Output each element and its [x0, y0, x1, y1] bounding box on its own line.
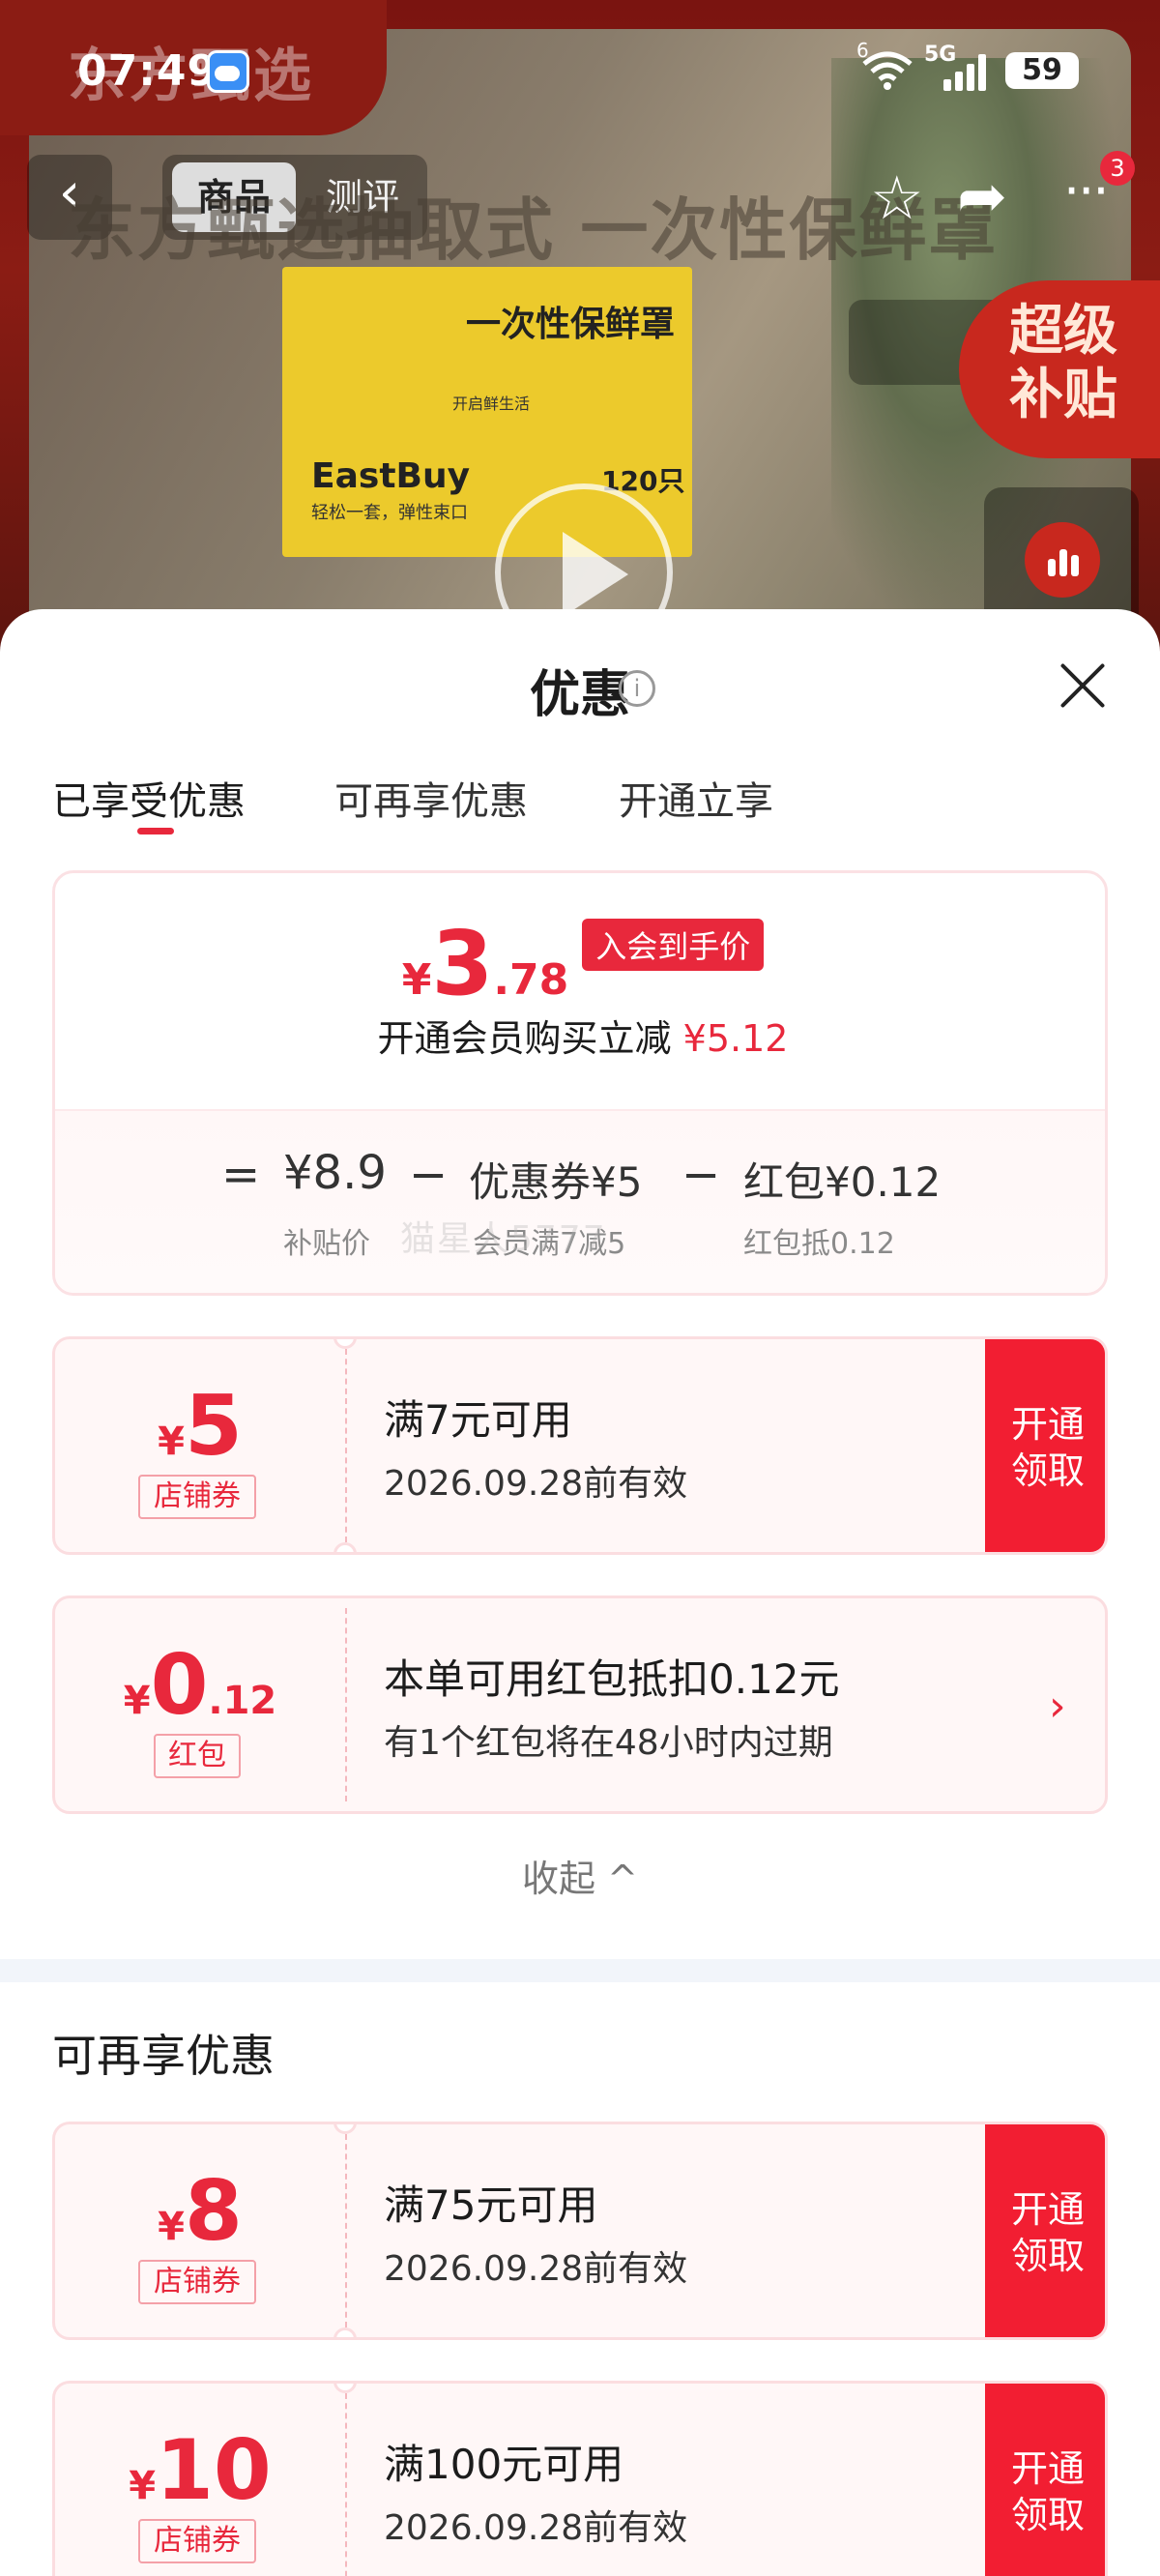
redpacket-int: 0	[150, 1637, 209, 1734]
coupon-amount-area: ¥10 店铺券	[55, 2384, 345, 2576]
status-time: 07:49	[77, 46, 218, 96]
tab-open-enjoy[interactable]: 开通立享	[619, 770, 773, 826]
stats-icon[interactable]	[1025, 522, 1100, 598]
button-line2: 领取	[1010, 2494, 1085, 2536]
star-icon[interactable]: ☆	[870, 162, 924, 233]
tab-more-discounts[interactable]: 可再享优惠	[334, 770, 528, 826]
button-line2: 领取	[1010, 1449, 1085, 1492]
coupon-notch	[334, 2327, 357, 2337]
coupon-divider	[345, 1349, 347, 1542]
share-icon[interactable]: ➦	[957, 161, 1007, 231]
redpacket-amount-area: ¥0.12 红包	[55, 1598, 345, 1811]
coupon-value: 5	[185, 1378, 243, 1475]
discount-sheet: 优惠 i 已享受优惠 可再享优惠 开通立享 ¥3.78 入会到手价 开通会员购买立…	[0, 609, 1160, 2576]
redpacket-expiry-note: 有1个红包将在48小时内过期	[384, 1723, 833, 1763]
equals-sign: =	[221, 1148, 261, 1202]
collapse-button[interactable]: 收起 ^	[0, 1849, 1160, 1902]
coupon-amount: ¥8	[55, 2163, 345, 2260]
coupon-notch	[334, 1542, 357, 1552]
coupon-expiry: 2026.09.28前有效	[384, 1464, 688, 1504]
status-bar: 07:49 6 5G 59	[0, 0, 1160, 135]
product-headline: 东方甄选抽取式 一次性保鲜罩	[68, 190, 999, 270]
coupon-currency: ¥	[158, 2205, 185, 2249]
section-separator	[0, 1959, 1160, 1982]
sheet-title: 优惠	[529, 666, 630, 724]
super-subsidy-badge[interactable]: 超级 补贴	[959, 280, 1160, 458]
super-subsidy-line1: 超级	[1009, 300, 1117, 363]
reduce-amount: ¥5.12	[682, 1017, 789, 1060]
redpacket-amount: ¥0.12	[55, 1637, 345, 1734]
close-icon[interactable]	[1056, 659, 1110, 714]
redpacket-dec: .12	[208, 1679, 277, 1723]
coupon-type-tag: 店铺券	[138, 1475, 256, 1519]
price-decimal: .78	[493, 955, 569, 1005]
coupon-type-tag: 店铺券	[138, 2519, 256, 2563]
user-watermark: 猫星人5777	[400, 1219, 607, 1259]
super-subsidy-line2: 补贴	[1009, 364, 1117, 426]
subsidy-price-label: 补贴价	[283, 1227, 370, 1261]
tab-indicator	[137, 828, 174, 834]
redpacket-tag: 红包	[154, 1734, 241, 1778]
notification-badge: 3	[1100, 151, 1135, 186]
redpacket-card[interactable]: ¥0.12 红包 本单可用红包抵扣0.12元 有1个红包将在48小时内过期 ›	[52, 1595, 1108, 1814]
store-coupon-card: ¥10 店铺券 满100元可用 2026.09.28前有效 开通 领取	[52, 2381, 1108, 2576]
chevron-right-icon[interactable]: ›	[1049, 1682, 1066, 1731]
coupon-value: 8	[185, 2163, 243, 2260]
coupon-value: 10	[156, 2422, 272, 2519]
coupon-currency: ¥	[158, 1420, 185, 1464]
minus-sign: −	[409, 1148, 449, 1202]
button-line1: 开通	[1010, 2188, 1085, 2231]
open-and-claim-button[interactable]: 开通 领取	[985, 2124, 1105, 2337]
coupon-amount-area: ¥8 店铺券	[55, 2124, 345, 2337]
member-reduce-line: 开通会员购买立减 ¥5.12	[55, 1009, 1105, 1062]
open-and-claim-button[interactable]: 开通 领取	[985, 2384, 1105, 2576]
button-line2: 领取	[1010, 2235, 1085, 2277]
redpacket-description: 本单可用红包抵扣0.12元	[384, 1655, 840, 1703]
coupon-condition: 满75元可用	[384, 2181, 598, 2229]
coupon-amount: ¥5	[55, 1378, 345, 1475]
package-subtitle: 轻松一套，弹性束口	[311, 503, 468, 523]
info-icon[interactable]: i	[619, 670, 655, 707]
more-discounts-title: 可再享优惠	[52, 2030, 275, 2082]
battery-indicator: 59	[1005, 52, 1079, 89]
redpacket-deduction: 红包¥0.12	[743, 1158, 942, 1206]
tab-enjoyed-discounts[interactable]: 已享受优惠	[52, 770, 246, 826]
coupon-expiry: 2026.09.28前有效	[384, 2508, 688, 2548]
member-price-tag: 入会到手价	[582, 919, 765, 971]
price-breakdown: = ¥8.9 补贴价 − 优惠券¥5 会员满7减5 − 红包¥0.12 红包抵0…	[55, 1109, 1105, 1293]
coupon-currency: ¥	[129, 2464, 157, 2508]
package-title: 一次性保鲜罩	[466, 305, 676, 344]
coupon-divider	[345, 1608, 347, 1801]
store-coupon-card: ¥5 店铺券 满7元可用 2026.09.28前有效 开通 领取	[52, 1336, 1108, 1555]
open-and-claim-button[interactable]: 开通 领取	[985, 1339, 1105, 1552]
coupon-condition: 满100元可用	[384, 2441, 624, 2488]
signal-icon	[940, 48, 994, 91]
coupon-amount: ¥10	[55, 2422, 345, 2519]
coupon-condition: 满7元可用	[384, 1396, 572, 1444]
package-brand: EastBuy	[311, 456, 471, 496]
final-price: ¥3.78 入会到手价	[55, 912, 1105, 1015]
screen: 东方甄选 一次性保鲜罩 开启鲜生活 EastBuy 轻松一套，弹性束口 120只…	[0, 0, 1160, 2576]
coupon-expiry: 2026.09.28前有效	[384, 2249, 688, 2289]
button-line1: 开通	[1010, 2447, 1085, 2490]
weather-icon	[207, 50, 249, 93]
coupon-amount-area: ¥5 店铺券	[55, 1339, 345, 1552]
minus-sign: −	[682, 1148, 721, 1202]
coupon-divider	[345, 2134, 347, 2327]
redpacket-deduction-label: 红包抵0.12	[743, 1227, 895, 1261]
coupon-divider	[345, 2393, 347, 2576]
reduce-text: 开通会员购买立减	[377, 1017, 672, 1060]
price-integer: 3	[431, 912, 494, 1015]
store-coupon-card: ¥8 店铺券 满75元可用 2026.09.28前有效 开通 领取	[52, 2122, 1108, 2340]
redpacket-currency: ¥	[123, 1679, 151, 1723]
coupon-type-tag: 店铺券	[138, 2260, 256, 2304]
price-currency: ¥	[401, 955, 432, 1005]
wifi-generation: 6	[856, 39, 869, 62]
package-slogan: 开启鲜生活	[452, 395, 531, 413]
subsidy-price: ¥8.9	[283, 1146, 387, 1200]
button-line1: 开通	[1010, 1403, 1085, 1446]
coupon-deduction: 优惠券¥5	[469, 1158, 643, 1206]
